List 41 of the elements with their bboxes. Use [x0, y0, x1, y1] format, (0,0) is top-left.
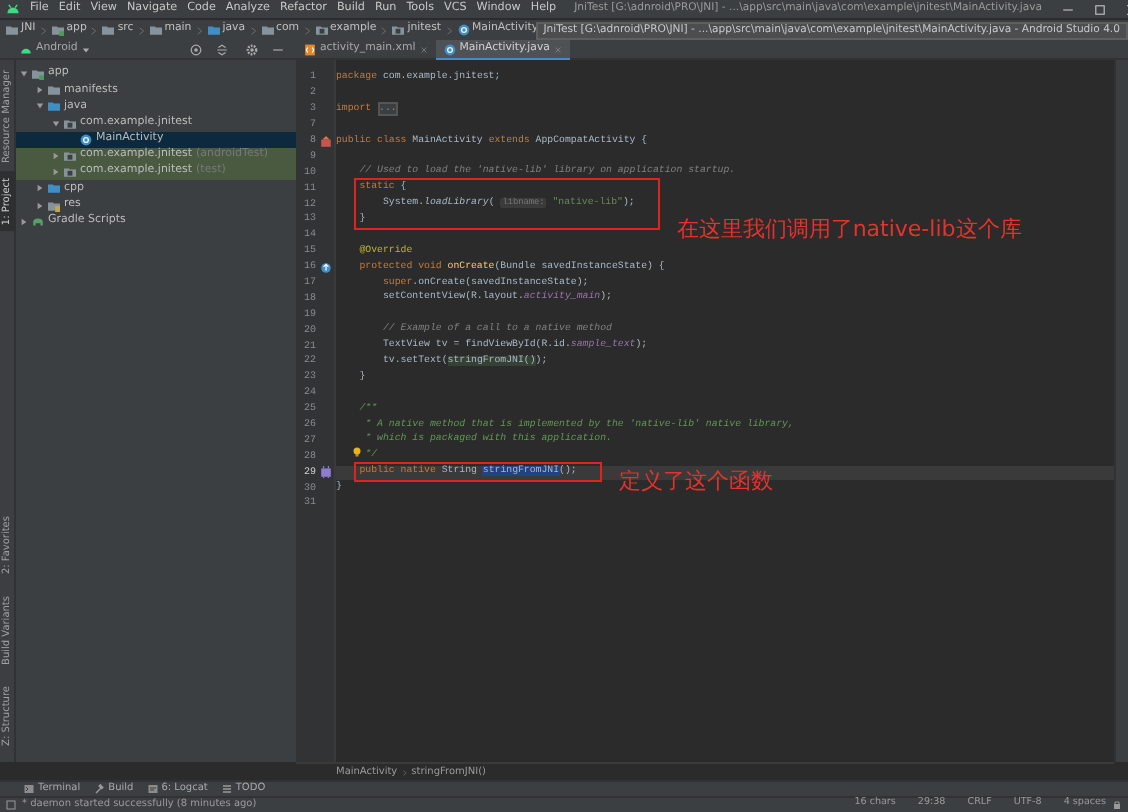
folder-icon [261, 24, 274, 36]
native-marker-icon[interactable] [319, 466, 331, 479]
chevron-icon [303, 23, 312, 37]
folder-icon [207, 24, 220, 36]
chevron-icon [137, 23, 146, 37]
chevron-icon [39, 23, 48, 37]
settings-icon[interactable] [246, 43, 258, 55]
caret-icon [81, 45, 90, 53]
folder-icon [149, 24, 162, 36]
class-icon [80, 133, 92, 146]
folder-icon [6, 24, 18, 36]
hammer-icon [94, 784, 105, 794]
package-icon [64, 150, 76, 163]
android-head-icon [20, 43, 32, 55]
implemented-marker-icon[interactable] [319, 135, 331, 147]
chevron-icon [90, 23, 99, 37]
module-folder-icon [32, 68, 44, 81]
collapse-icon[interactable] [216, 43, 228, 55]
caret-right-icon [36, 86, 44, 95]
override-marker-icon[interactable] [319, 261, 331, 274]
folder-icon [48, 199, 60, 212]
minimize-icon[interactable] [272, 43, 284, 55]
folder-icon [102, 24, 115, 36]
minimize-icon[interactable] [1061, 3, 1074, 15]
lock-icon[interactable] [1112, 800, 1122, 810]
chevron-icon [380, 23, 389, 37]
module-folder-icon [51, 24, 64, 36]
annotation-note: 定义了这个函数 [618, 470, 773, 493]
window-icon[interactable] [6, 800, 16, 810]
android-head-icon [6, 2, 20, 16]
target-icon[interactable] [190, 43, 202, 55]
package-icon [64, 166, 76, 179]
chevron-icon [249, 23, 258, 37]
list-icon [221, 784, 232, 794]
annotation-note: 在这里我们调用了native-lib这个库 [676, 217, 1022, 240]
chevron-icon [195, 23, 204, 37]
maximize-icon[interactable] [1093, 3, 1106, 15]
package-icon [64, 117, 76, 130]
folder-icon [48, 182, 60, 195]
xml-file-icon [304, 44, 316, 56]
caret-down-icon [20, 70, 28, 79]
